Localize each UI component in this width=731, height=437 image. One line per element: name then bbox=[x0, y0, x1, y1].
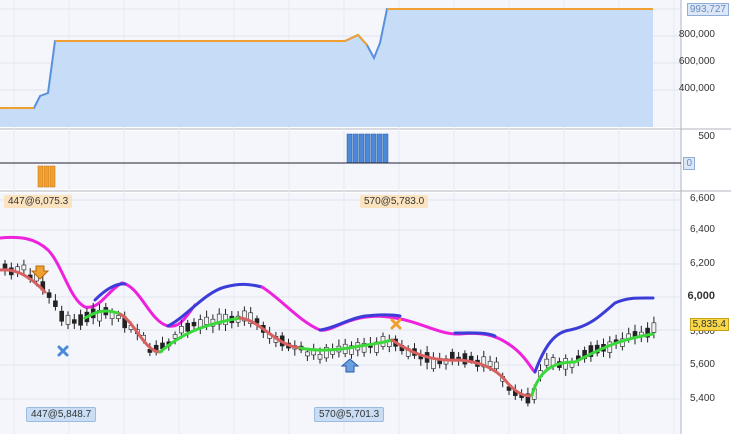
candle-body bbox=[53, 300, 58, 307]
candle-body bbox=[172, 334, 178, 339]
last-price-label: 5,835.4 bbox=[689, 318, 729, 331]
price-tick: 5,600 bbox=[689, 359, 715, 370]
signal-bar bbox=[352, 133, 359, 164]
candle-body bbox=[59, 310, 65, 322]
price-panel-bg bbox=[0, 193, 681, 434]
signal-bar bbox=[43, 165, 50, 188]
candle-body bbox=[462, 353, 468, 365]
candle-body bbox=[72, 319, 77, 324]
candle-body bbox=[204, 316, 209, 325]
signal-panel-bg bbox=[0, 131, 681, 189]
equity-last-value: 993,727 bbox=[686, 3, 729, 16]
candle-body bbox=[468, 355, 474, 361]
candle-body bbox=[185, 322, 190, 332]
trade-exit-label: 447@5,848.7 bbox=[26, 407, 97, 422]
price-tick: 6,000 bbox=[687, 290, 715, 302]
candle-body bbox=[494, 361, 499, 370]
trade-entry-label: 447@6,075.3 bbox=[4, 195, 73, 208]
candle-body bbox=[116, 315, 121, 319]
candle-body bbox=[78, 314, 83, 326]
equity-tick: 400,000 bbox=[678, 83, 715, 94]
trade-entry-label: 570@5,783.0 bbox=[360, 195, 429, 208]
candle-body bbox=[21, 264, 27, 271]
candle-body bbox=[544, 358, 550, 366]
price-tick: 6,200 bbox=[689, 258, 715, 269]
trade-exit-label: 570@5,701.3 bbox=[314, 407, 385, 422]
signal-tick: 500 bbox=[698, 131, 715, 142]
candle-body bbox=[179, 326, 184, 334]
signal-bar bbox=[346, 133, 353, 164]
candle-body bbox=[651, 322, 657, 333]
signal-bar bbox=[364, 133, 371, 164]
price-tick: 5,400 bbox=[689, 393, 715, 404]
candle-body bbox=[317, 354, 323, 360]
candle-body bbox=[305, 351, 310, 357]
candle-body bbox=[46, 292, 52, 298]
signal-bar bbox=[49, 165, 56, 188]
equity-tick: 600,000 bbox=[678, 56, 715, 67]
candle-body bbox=[487, 360, 493, 367]
signal-bar bbox=[382, 133, 389, 164]
candle-body bbox=[65, 314, 71, 325]
candle-body bbox=[431, 358, 436, 369]
signal-bar bbox=[370, 133, 377, 164]
equity-tick: 800,000 bbox=[678, 29, 715, 40]
signal-zero-label: 0 bbox=[683, 157, 695, 170]
trading-chart: 800,000 600,000 400,000 993,727 500 0 6,… bbox=[0, 0, 731, 434]
signal-bar bbox=[37, 165, 44, 188]
price-tick: 6,400 bbox=[689, 224, 715, 235]
candle-body bbox=[191, 321, 197, 327]
signal-bar bbox=[376, 133, 383, 164]
chart-canvas[interactable] bbox=[0, 0, 731, 434]
price-tick: 6,600 bbox=[689, 193, 715, 204]
signal-bar bbox=[358, 133, 365, 164]
